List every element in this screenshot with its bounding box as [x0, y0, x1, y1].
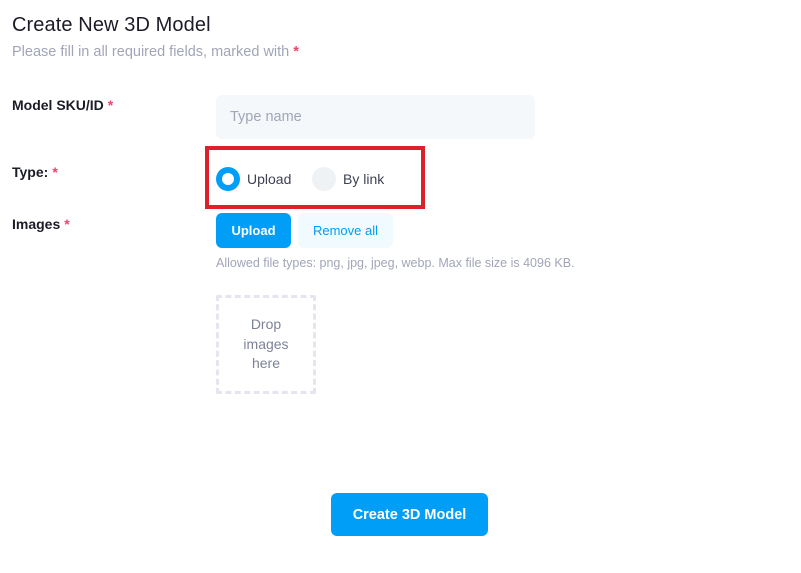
images-label: Images * — [12, 216, 70, 232]
radio-upload-label: Upload — [247, 171, 292, 187]
page-subtitle: Please fill in all required fields, mark… — [12, 44, 299, 60]
type-label: Type: * — [12, 164, 58, 180]
file-types-hint: Allowed file types: png, jpg, jpeg, webp… — [216, 256, 575, 270]
radio-upload[interactable]: Upload — [216, 167, 291, 191]
image-dropzone[interactable]: Drop images here — [216, 295, 316, 394]
type-required-marker: * — [52, 164, 58, 180]
radio-upload-circle[interactable] — [216, 167, 240, 191]
radio-by-link[interactable]: By link — [312, 167, 384, 191]
images-label-text: Images — [12, 216, 61, 232]
required-marker: * — [293, 44, 299, 60]
create-3d-model-button[interactable]: Create 3D Model — [331, 493, 488, 536]
sku-label: Model SKU/ID * — [12, 97, 113, 113]
dropzone-text: Drop images here — [243, 316, 289, 372]
sku-label-text: Model SKU/ID — [12, 97, 104, 113]
page-subtitle-text: Please fill in all required fields, mark… — [12, 44, 290, 60]
radio-by-link-circle[interactable] — [312, 167, 336, 191]
page-title: Create New 3D Model — [12, 14, 211, 36]
upload-button[interactable]: Upload — [216, 213, 291, 248]
type-label-text: Type: — [12, 164, 49, 180]
remove-all-button[interactable]: Remove all — [298, 213, 393, 248]
sku-required-marker: * — [107, 97, 114, 113]
radio-by-link-label: By link — [343, 171, 385, 187]
images-required-marker: * — [64, 216, 70, 232]
sku-input[interactable] — [216, 95, 535, 139]
